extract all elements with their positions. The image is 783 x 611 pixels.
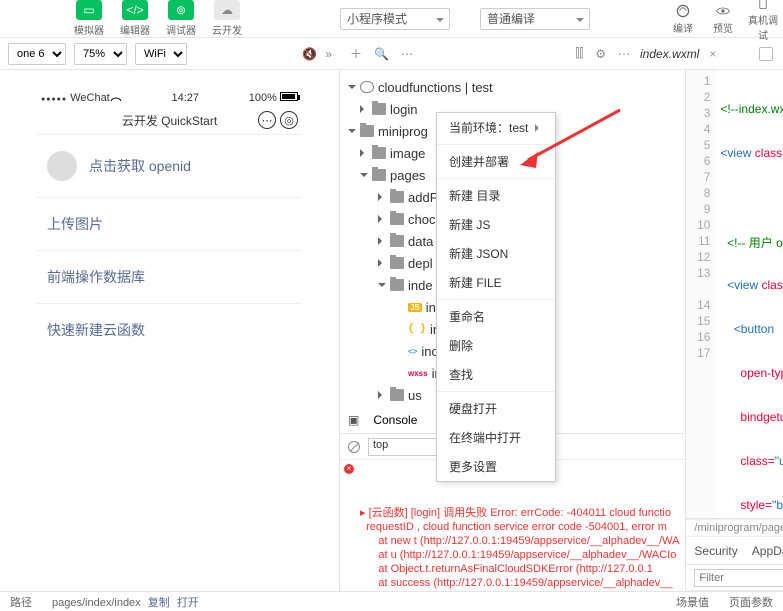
menu-find[interactable]: 查找: [437, 360, 555, 389]
menu-new-file[interactable]: 新建 FILE: [437, 268, 555, 297]
error-icon: ×: [344, 464, 354, 474]
copy-path-link[interactable]: 复制: [148, 597, 170, 609]
menu-rename[interactable]: 重命名: [437, 302, 555, 331]
mute-icon[interactable]: 🔇: [302, 47, 317, 61]
wxml-icon: <>: [408, 347, 417, 356]
menu-icon[interactable]: ⋯: [258, 111, 276, 129]
get-openid-card[interactable]: 点击获取 openid: [37, 134, 302, 197]
new-file-icon[interactable]: ＋: [350, 45, 362, 62]
remote-debug-button[interactable]: 真机调试: [747, 0, 779, 42]
status-bar: 路径 pages/index/index 复制 打开 场景值 页面参数: [0, 591, 783, 611]
more-editor-icon[interactable]: ⋯: [618, 47, 630, 61]
inspect-icon[interactable]: ▣: [348, 413, 359, 427]
upload-image-card[interactable]: 上传图片: [37, 197, 302, 250]
preview-button[interactable]: 预览: [707, 3, 739, 35]
avatar-placeholder: [47, 151, 77, 181]
target-icon[interactable]: ◎: [280, 111, 298, 129]
compile-mode-dropdown[interactable]: 普通编译: [480, 8, 590, 30]
cloud-dev-button[interactable]: ☁云开发: [208, 0, 246, 37]
battery-icon: [280, 92, 298, 101]
menu-new-dir[interactable]: 新建 目录: [437, 181, 555, 210]
clear-console-icon[interactable]: [348, 441, 360, 453]
status-path: pages/index/index 复制 打开: [42, 594, 209, 610]
expand-icon[interactable]: »: [325, 47, 332, 61]
signal-icon: [41, 92, 67, 104]
wxss-icon: wxss: [408, 369, 428, 378]
split-icon[interactable]: ⫿⫿: [576, 46, 584, 61]
open-path-link[interactable]: 打开: [177, 597, 199, 609]
menu-open-terminal[interactable]: 在终端中打开: [437, 423, 555, 452]
more-tree-icon[interactable]: ⋯: [401, 47, 413, 61]
menu-create-deploy[interactable]: 创建并部署: [437, 147, 555, 176]
menu-new-json[interactable]: 新建 JSON: [437, 239, 555, 268]
menu-current-env[interactable]: 当前环境：test: [437, 113, 555, 142]
console-filter-input[interactable]: [694, 569, 783, 587]
cloud-icon: [360, 81, 374, 93]
debugger-button[interactable]: ⊚调试器: [162, 0, 200, 37]
simulator-preview: WeChat 14:27 100% 云开发 QuickStart ⋯ ◎ 点击获…: [0, 70, 340, 591]
context-menu: 当前环境：test 创建并部署 新建 目录 新建 JS 新建 JSON 新建 F…: [436, 112, 556, 482]
editor-button[interactable]: </>编辑器: [116, 0, 154, 37]
operate-db-card[interactable]: 前端操作数据库: [37, 250, 302, 303]
create-cloud-func-card[interactable]: 快速新建云函数: [37, 303, 302, 356]
menu-delete[interactable]: 删除: [437, 331, 555, 360]
menu-more-settings[interactable]: 更多设置: [437, 452, 555, 481]
json-icon: { }: [408, 324, 426, 335]
close-tab-icon[interactable]: ×: [709, 47, 716, 61]
device-select[interactable]: one 6: [8, 43, 66, 65]
menu-reveal[interactable]: 硬盘打开: [437, 394, 555, 423]
network-select[interactable]: WiFi: [135, 43, 187, 65]
editor-layout-icon[interactable]: [759, 47, 773, 61]
js-icon: JS: [408, 303, 422, 312]
devtools-tabs-right: Security AppData Audits Sensor: [686, 537, 783, 565]
status-time: 14:27: [172, 92, 200, 104]
zoom-select[interactable]: 75%: [74, 43, 127, 65]
code-editor[interactable]: 1234567891011121314151617 <!--index.wxml…: [686, 70, 783, 519]
tab-security[interactable]: Security: [694, 544, 737, 558]
settings-icon[interactable]: ⚙: [595, 47, 606, 61]
folder-icon: [372, 103, 386, 115]
simulator-button[interactable]: ▭模拟器: [70, 0, 108, 37]
editor-tab-index-wxml[interactable]: index.wxml: [640, 47, 699, 61]
tree-cloudfunctions[interactable]: cloudfunctions | test: [340, 76, 685, 98]
compile-button[interactable]: 编译: [667, 3, 699, 35]
page-title: 云开发 QuickStart: [122, 112, 217, 129]
app-mode-dropdown[interactable]: 小程序模式: [340, 8, 450, 30]
tab-console[interactable]: Console: [373, 413, 417, 427]
breadcrumb: /miniprogram/pages/index/ind: [686, 519, 783, 537]
tab-appdata[interactable]: AppData: [752, 544, 783, 558]
search-icon[interactable]: 🔍: [374, 47, 389, 61]
line-numbers: 1234567891011121314151617: [686, 70, 716, 518]
menu-new-js[interactable]: 新建 JS: [437, 210, 555, 239]
page-params-label: 页面参数: [719, 594, 783, 610]
scene-value-label: 场景值: [666, 594, 719, 610]
